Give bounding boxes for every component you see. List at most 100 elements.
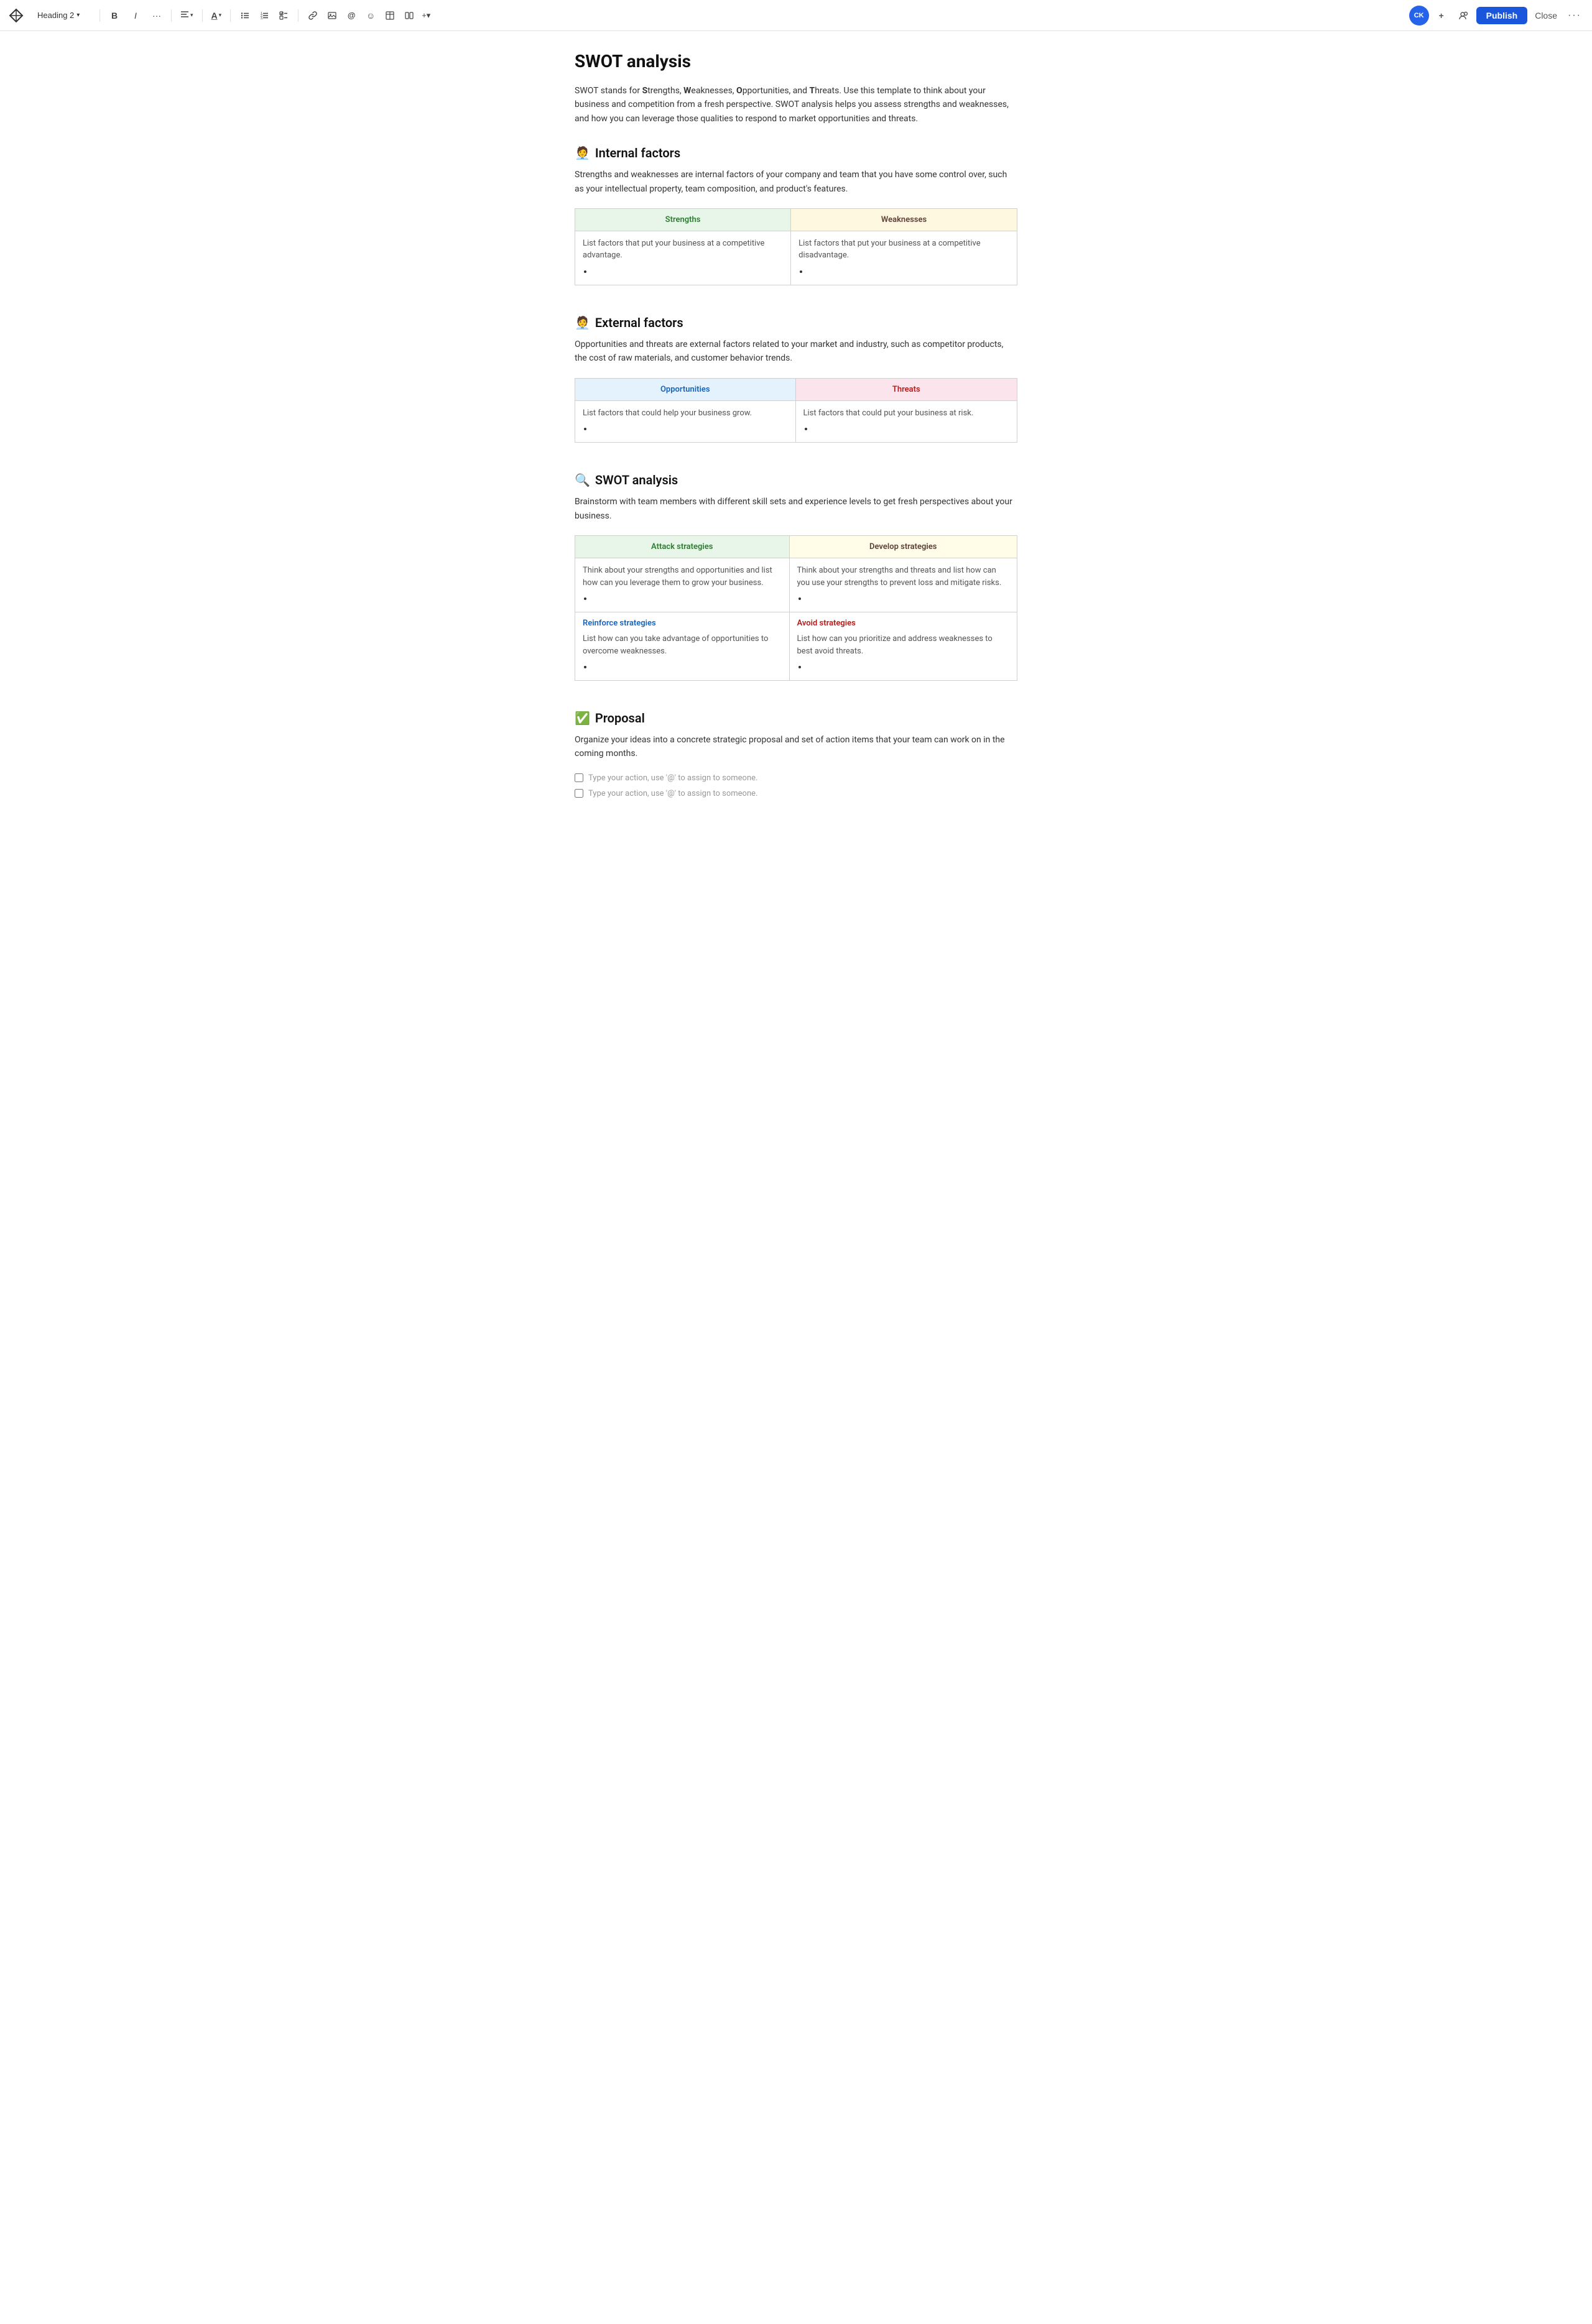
attack-header: Attack strategies	[575, 536, 790, 558]
strengths-list	[593, 267, 783, 276]
weaknesses-cell[interactable]: List factors that put your business at a…	[791, 231, 1017, 285]
todo-text-1[interactable]: Type your action, use '@' to assign to s…	[588, 773, 757, 783]
avoid-cell[interactable]: Avoid strategies List how can you priori…	[789, 612, 1017, 681]
opportunities-cell[interactable]: List factors that could help your busine…	[575, 400, 796, 443]
list-item	[808, 267, 1009, 276]
mention-button[interactable]: @	[342, 6, 361, 25]
close-button[interactable]: Close	[1530, 7, 1562, 24]
develop-header: Develop strategies	[789, 536, 1017, 558]
strategies-section: 🔍 SWOT analysis Brainstorm with team mem…	[575, 473, 1017, 681]
threats-cell[interactable]: List factors that could put your busines…	[795, 400, 1017, 443]
proposal-section: ✅ Proposal Organize your ideas into a co…	[575, 711, 1017, 798]
todo-item-1: Type your action, use '@' to assign to s…	[575, 773, 1017, 783]
more-text-button[interactable]: ···	[147, 6, 166, 25]
toolbar: Heading 2 ▾ B I ··· ▾ A ▾ 1.2.3.	[0, 0, 1592, 31]
external-factors-icon: 🧑‍💼	[575, 315, 590, 330]
weaknesses-body: List factors that put your business at a…	[798, 237, 1009, 262]
list-item	[813, 424, 1009, 433]
heading-chevron-icon: ▾	[76, 12, 80, 19]
internal-factors-section: 🧑‍💼 Internal factors Strengths and weakn…	[575, 145, 1017, 285]
list-item	[807, 662, 1010, 671]
list-item	[593, 267, 783, 276]
todo-checkbox-2[interactable]	[575, 789, 583, 798]
avatar-button[interactable]: CK	[1409, 6, 1429, 25]
collab-button[interactable]	[1454, 6, 1474, 25]
todo-checkbox-1[interactable]	[575, 773, 583, 782]
numbered-list-button[interactable]: 1.2.3.	[255, 6, 274, 25]
link-button[interactable]	[303, 6, 322, 25]
align-chevron-icon: ▾	[190, 12, 193, 19]
attack-body: Think about your strengths and opportuni…	[583, 565, 782, 589]
internal-factors-heading: 🧑‍💼 Internal factors	[575, 145, 1017, 160]
reinforce-list	[593, 662, 782, 671]
emoji-button[interactable]: ☺	[361, 6, 380, 25]
strengths-cell[interactable]: List factors that put your business at a…	[575, 231, 791, 285]
internal-factors-icon: 🧑‍💼	[575, 145, 590, 160]
text-color-chevron-icon: ▾	[219, 12, 222, 19]
columns-button[interactable]	[400, 6, 419, 25]
avoid-body: List how can you prioritize and address …	[797, 633, 1010, 657]
list-item	[593, 424, 788, 433]
weaknesses-list	[808, 267, 1009, 276]
text-color-button[interactable]: A ▾	[208, 6, 226, 25]
list-item	[593, 662, 782, 671]
strategies-heading: 🔍 SWOT analysis	[575, 473, 1017, 487]
attack-cell[interactable]: Think about your strengths and opportuni…	[575, 558, 790, 612]
app-logo	[7, 7, 25, 24]
develop-list	[807, 594, 1010, 603]
more-insert-button[interactable]: +▾	[419, 6, 433, 25]
reinforce-body: List how can you take advantage of oppor…	[583, 633, 782, 657]
proposal-heading: ✅ Proposal	[575, 711, 1017, 726]
strengths-header: Strengths	[575, 208, 791, 231]
task-list-button[interactable]	[274, 6, 293, 25]
strategies-desc: Brainstorm with team members with differ…	[575, 495, 1017, 523]
align-icon	[180, 10, 189, 21]
avoid-header-inline: Avoid strategies	[797, 619, 1010, 628]
publish-button[interactable]: Publish	[1476, 7, 1528, 24]
bold-button[interactable]: B	[105, 6, 124, 25]
divider-3	[202, 9, 203, 22]
strategies-table: Attack strategies Develop strategies Thi…	[575, 535, 1017, 681]
text-color-icon: A	[211, 11, 218, 21]
weaknesses-header: Weaknesses	[791, 208, 1017, 231]
strategies-icon: 🔍	[575, 473, 590, 487]
document-title: SWOT analysis	[575, 51, 1017, 71]
svg-text:3.: 3.	[261, 17, 263, 20]
list-item	[593, 594, 782, 603]
add-collaborator-button[interactable]: +	[1432, 6, 1451, 25]
list-group: 1.2.3.	[236, 6, 293, 25]
divider-2	[171, 9, 172, 22]
internal-factors-table: Strengths Weaknesses List factors that p…	[575, 208, 1017, 285]
develop-body: Think about your strengths and threats a…	[797, 565, 1010, 589]
threats-list	[813, 424, 1009, 433]
strengths-body: List factors that put your business at a…	[583, 237, 783, 262]
external-factors-heading: 🧑‍💼 External factors	[575, 315, 1017, 330]
proposal-desc: Organize your ideas into a concrete stra…	[575, 733, 1017, 761]
more-options-button[interactable]: ···	[1565, 6, 1585, 25]
italic-button[interactable]: I	[126, 6, 145, 25]
threats-header: Threats	[795, 378, 1017, 400]
list-item	[807, 594, 1010, 603]
threats-body: List factors that could put your busines…	[803, 407, 1009, 420]
external-factors-desc: Opportunities and threats are external f…	[575, 338, 1017, 366]
opportunities-list	[593, 424, 788, 433]
image-button[interactable]	[323, 6, 341, 25]
heading-label: Heading 2	[37, 11, 74, 20]
bullet-list-button[interactable]	[236, 6, 254, 25]
reinforce-cell[interactable]: Reinforce strategies List how can you ta…	[575, 612, 790, 681]
todo-item-2: Type your action, use '@' to assign to s…	[575, 789, 1017, 798]
divider-4	[230, 9, 231, 22]
document-intro: SWOT stands for Strengths, Weaknesses, O…	[575, 84, 1017, 126]
avatar-label: CK	[1414, 12, 1424, 19]
develop-cell[interactable]: Think about your strengths and threats a…	[789, 558, 1017, 612]
document-content: SWOT analysis SWOT stands for Strengths,…	[560, 31, 1032, 878]
opportunities-body: List factors that could help your busine…	[583, 407, 788, 420]
reinforce-header-inline: Reinforce strategies	[583, 619, 782, 628]
heading-selector[interactable]: Heading 2 ▾	[32, 8, 95, 22]
proposal-icon: ✅	[575, 711, 590, 726]
avoid-list	[807, 662, 1010, 671]
external-factors-table: Opportunities Threats List factors that …	[575, 378, 1017, 443]
table-button[interactable]	[381, 6, 399, 25]
todo-text-2[interactable]: Type your action, use '@' to assign to s…	[588, 789, 757, 798]
align-button[interactable]: ▾	[177, 6, 197, 25]
